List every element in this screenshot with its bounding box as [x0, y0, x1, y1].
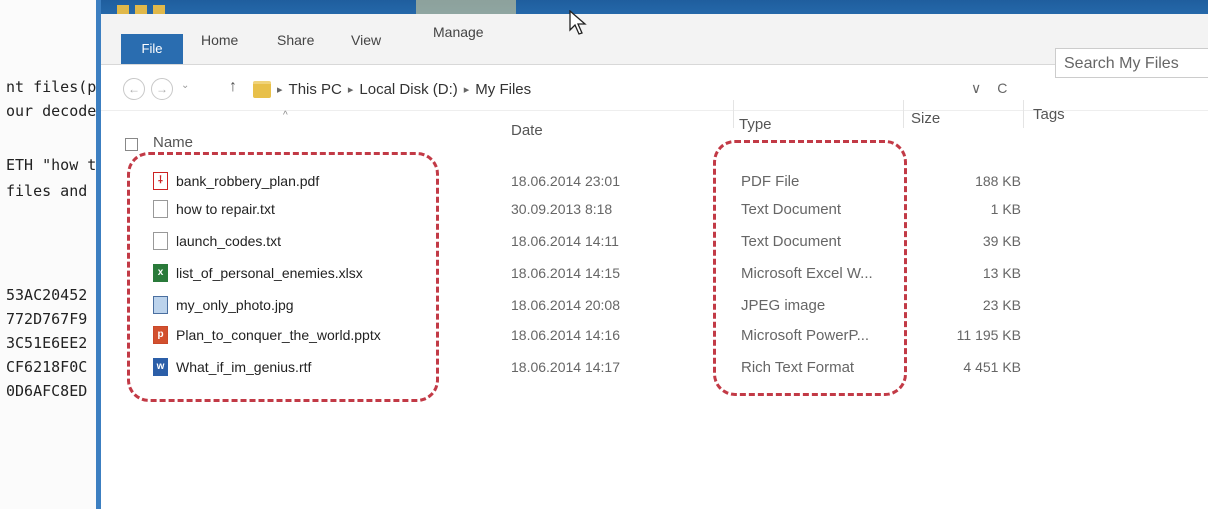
- file-size: 39 KB: [982, 233, 1021, 249]
- back-arrow-icon[interactable]: ←: [123, 78, 145, 100]
- terminal-line: ETH "how t: [6, 156, 97, 174]
- tab-share[interactable]: Share: [277, 32, 314, 48]
- terminal-line: nt files(p: [6, 78, 97, 96]
- ribbon-tabs: File Home Share View Manage: [101, 14, 1208, 65]
- recent-locations-chevron-icon[interactable]: ⌄: [181, 80, 189, 91]
- column-divider[interactable]: [733, 100, 734, 128]
- breadcrumb-item[interactable]: This PC: [289, 81, 342, 98]
- file-date: 18.06.2014 14:17: [511, 359, 620, 375]
- column-header-type[interactable]: Type: [739, 116, 772, 133]
- file-size: 1 KB: [990, 201, 1021, 217]
- chevron-down-icon[interactable]: ∨: [971, 80, 981, 97]
- search-input[interactable]: Search My Files: [1055, 48, 1208, 78]
- refresh-icon[interactable]: C: [997, 80, 1007, 97]
- file-date: 30.09.2013 8:18: [511, 201, 613, 217]
- file-date: 18.06.2014 14:16: [511, 327, 620, 343]
- tab-view[interactable]: View: [351, 32, 381, 48]
- file-explorer-window: File Home Share View Manage ← → ⌄ ↑ ▸ Th…: [96, 0, 1208, 509]
- file-size: 13 KB: [982, 265, 1021, 281]
- breadcrumb-item[interactable]: My Files: [475, 81, 531, 98]
- background-terminal-window: nt files(p our decode ETH "how t files a…: [0, 0, 111, 509]
- forward-arrow-icon[interactable]: →: [151, 78, 173, 100]
- file-date: 18.06.2014 23:01: [511, 173, 620, 189]
- chevron-right-icon: ▸: [463, 83, 470, 96]
- file-size: 188 KB: [975, 173, 1021, 189]
- file-date: 18.06.2014 14:15: [511, 265, 620, 281]
- folder-icon: [253, 80, 271, 98]
- terminal-line: files and: [6, 182, 88, 200]
- up-arrow-icon[interactable]: ↑: [229, 78, 237, 96]
- breadcrumb-item[interactable]: Local Disk (D:): [359, 81, 457, 98]
- tab-file[interactable]: File: [121, 34, 183, 64]
- select-all-checkbox[interactable]: [125, 138, 138, 151]
- column-header-tags[interactable]: Tags: [1033, 106, 1065, 123]
- column-header-name[interactable]: Name: [153, 134, 193, 151]
- file-size: 23 KB: [982, 297, 1021, 313]
- breadcrumb[interactable]: ▸ This PC ▸ Local Disk (D:) ▸ My Files: [253, 76, 531, 102]
- file-date: 18.06.2014 14:11: [511, 233, 619, 249]
- chevron-right-icon: ▸: [347, 83, 354, 96]
- column-header-size[interactable]: Size: [911, 110, 940, 127]
- file-size: 11 195 KB: [956, 327, 1021, 343]
- sort-ascending-icon: ^: [283, 110, 288, 121]
- address-controls: ∨ C: [971, 80, 1007, 97]
- tab-manage[interactable]: Manage: [433, 24, 484, 40]
- file-size: 4 451 KB: [963, 359, 1021, 375]
- tab-home[interactable]: Home: [201, 32, 238, 48]
- chevron-right-icon: ▸: [277, 83, 283, 96]
- terminal-line: 53AC20452: [6, 286, 88, 304]
- terminal-line: our decode: [6, 102, 97, 120]
- column-divider[interactable]: [903, 100, 904, 128]
- column-header-date[interactable]: Date: [511, 122, 543, 139]
- file-date: 18.06.2014 20:08: [511, 297, 620, 313]
- terminal-line: CF6218F0C: [6, 358, 88, 376]
- address-bar: ← → ⌄ ↑ ▸ This PC ▸ Local Disk (D:) ▸ My…: [101, 66, 1208, 111]
- terminal-line: 772D767F9: [6, 310, 88, 328]
- mouse-cursor-icon: [569, 10, 587, 35]
- terminal-line: 3C51E6EE2: [6, 334, 88, 352]
- terminal-line: 0D6AFC8ED: [6, 382, 88, 400]
- column-divider[interactable]: [1023, 100, 1024, 128]
- filenames-highlight-annotation: [127, 152, 439, 402]
- filetypes-highlight-annotation: [713, 140, 907, 396]
